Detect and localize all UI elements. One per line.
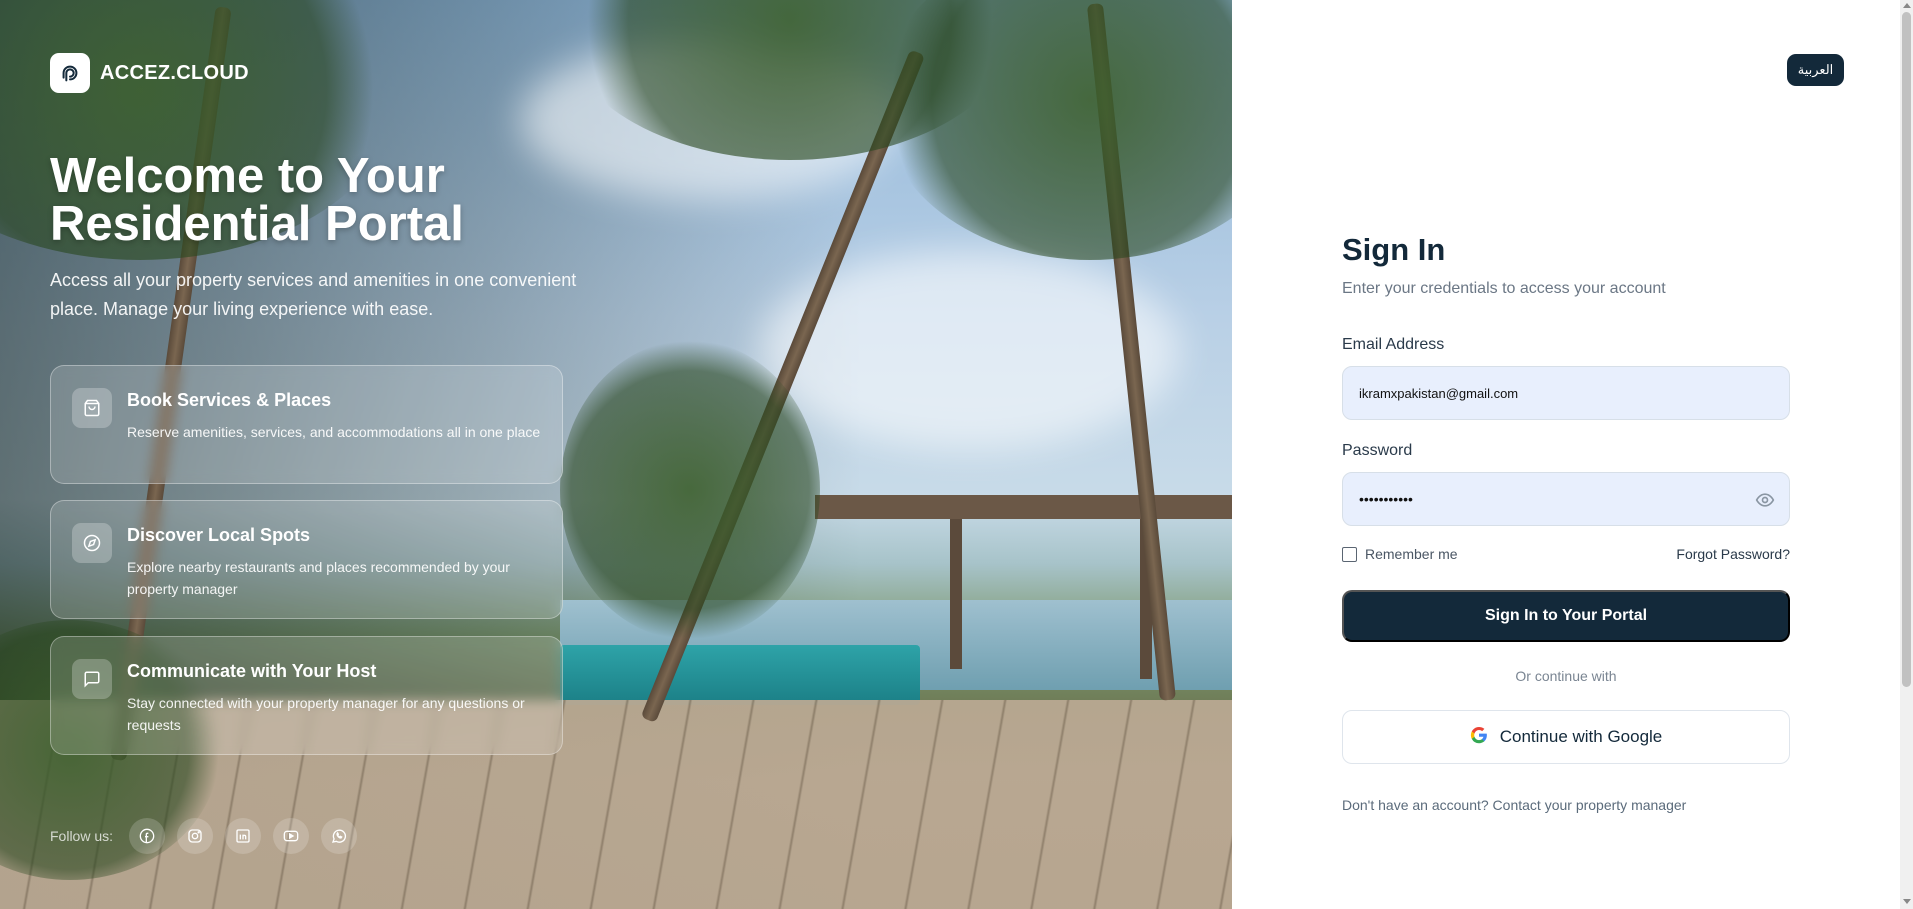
- remember-me[interactable]: Remember me: [1342, 546, 1458, 562]
- feature-description: Explore nearby restaurants and places re…: [127, 559, 510, 597]
- email-value: ikramxpakistan@gmail.com: [1359, 385, 1519, 401]
- background-foliage: [560, 340, 820, 640]
- language-toggle-button[interactable]: العربية: [1787, 54, 1844, 86]
- instagram-icon[interactable]: [177, 818, 214, 854]
- scroll-down-arrow[interactable]: [1903, 899, 1911, 904]
- scroll-thumb[interactable]: [1902, 12, 1911, 687]
- forgot-password-link[interactable]: Forgot Password?: [1676, 546, 1790, 562]
- remember-label: Remember me: [1365, 546, 1458, 562]
- hero-panel: ACCEZ.CLOUD Welcome to Your Residential …: [0, 0, 1232, 909]
- feature-card-communicate: Communicate with Your Host Stay connecte…: [50, 636, 563, 755]
- feature-description: Reserve amenities, services, and accommo…: [127, 424, 541, 440]
- background-foliage: [880, 0, 1232, 260]
- password-label: Password: [1342, 442, 1413, 459]
- brand-name: ACCEZ.CLOUD: [100, 61, 249, 84]
- facebook-icon[interactable]: [129, 818, 166, 854]
- youtube-icon[interactable]: [273, 818, 310, 854]
- email-label: Email Address: [1342, 336, 1445, 353]
- scrollbar[interactable]: [1900, 0, 1913, 909]
- hero-title: Welcome to Your Residential Portal: [50, 149, 464, 251]
- background-pergola-post: [950, 519, 962, 669]
- message-square-icon: [72, 659, 112, 699]
- password-field[interactable]: •••••••••••: [1342, 472, 1790, 526]
- feature-card-book-services: Book Services & Places Reserve amenities…: [50, 365, 563, 484]
- background-pool: [560, 645, 920, 705]
- accez-logo-icon: [50, 53, 90, 93]
- password-value: •••••••••••: [1359, 491, 1413, 507]
- hero-subtitle: Access all your property services and am…: [50, 270, 577, 319]
- google-icon: [1470, 726, 1488, 749]
- google-button-label: Continue with Google: [1499, 727, 1663, 746]
- signin-button[interactable]: Sign In to Your Portal: [1342, 590, 1790, 642]
- linkedin-icon[interactable]: [225, 818, 262, 854]
- remember-checkbox[interactable]: [1342, 546, 1357, 562]
- feature-card-discover-spots: Discover Local Spots Explore nearby rest…: [50, 500, 563, 619]
- feature-title: Communicate with Your Host: [127, 661, 377, 681]
- feature-title: Discover Local Spots: [127, 525, 311, 545]
- compass-icon: [72, 523, 112, 563]
- social-links: Follow us:: [50, 818, 358, 854]
- or-divider: Or continue with: [1515, 668, 1617, 684]
- whatsapp-icon[interactable]: [321, 818, 358, 854]
- contact-property-manager-link[interactable]: Don't have an account? Contact your prop…: [1342, 797, 1686, 813]
- shopping-bag-icon: [72, 388, 112, 428]
- scroll-up-arrow[interactable]: [1903, 3, 1911, 8]
- email-field[interactable]: ikramxpakistan@gmail.com: [1342, 366, 1790, 420]
- signin-subtitle: Enter your credentials to access your ac…: [1342, 280, 1666, 297]
- signin-title: Sign In: [1342, 232, 1446, 267]
- google-signin-button[interactable]: Continue with Google: [1342, 710, 1790, 764]
- follow-label: Follow us:: [50, 828, 114, 844]
- feature-title: Book Services & Places: [127, 390, 332, 410]
- feature-description: Stay connected with your property manage…: [127, 695, 525, 733]
- signin-form: Sign In Enter your credentials to access…: [1342, 232, 1790, 813]
- eye-icon[interactable]: [1755, 490, 1775, 510]
- brand: ACCEZ.CLOUD: [50, 53, 249, 93]
- background-pergola: [815, 495, 1232, 519]
